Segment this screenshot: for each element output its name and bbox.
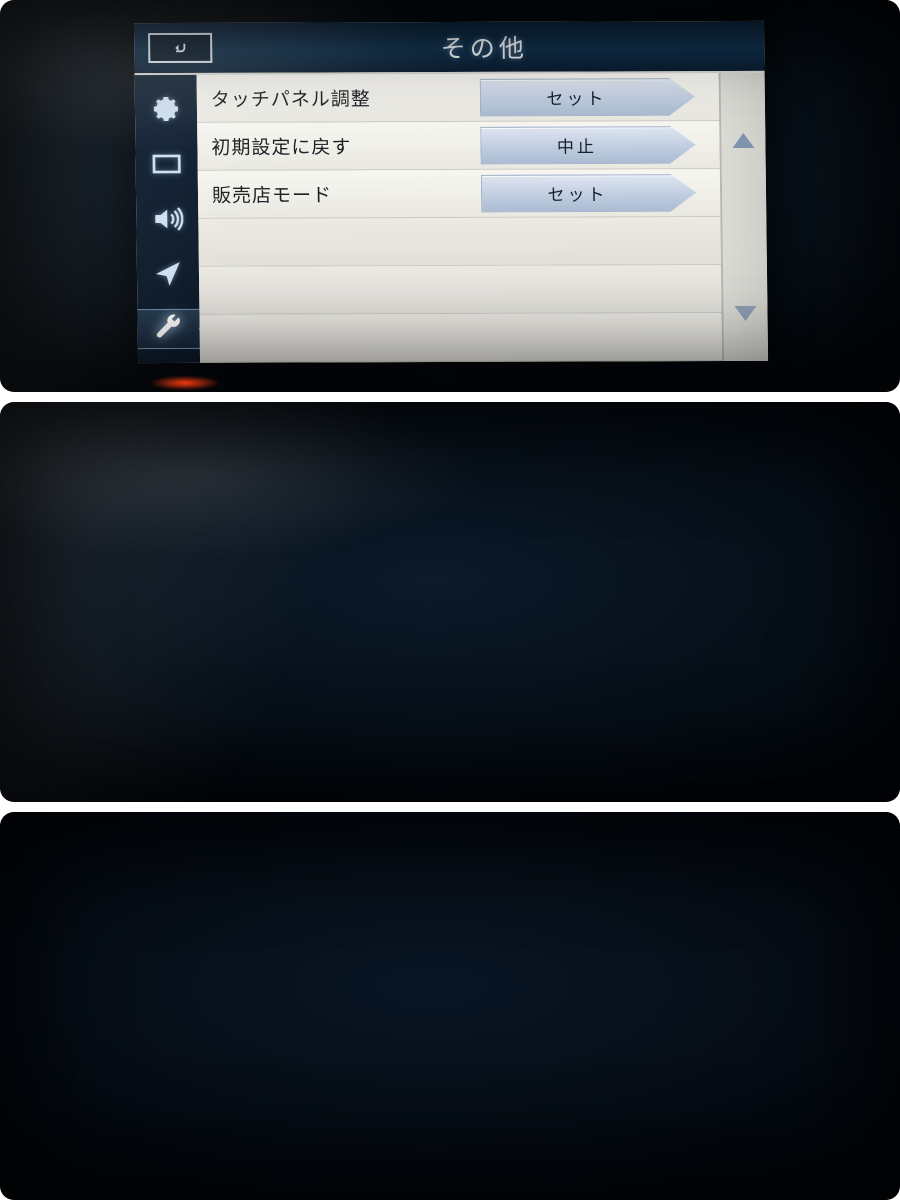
scroll-up-arrow-icon[interactable] [732,132,755,149]
dealer-mode-set-button[interactable]: セット [481,174,696,213]
photo-bluetooth-dialpad: 12:01AM 未接続 ✖ › 修正 [0,812,900,1200]
screen-header: その他 [133,20,765,76]
sidebar-item-navigation[interactable] [148,254,188,294]
table-row[interactable]: タッチパネル調整 セット [196,73,720,123]
display-screen-icon [152,154,181,174]
settings-list: タッチパネル調整 セット 初期設定に戻す 中止 販売店モード セット [196,73,723,363]
table-row[interactable]: 販売店モード セット [197,169,721,219]
sidebar-item-general[interactable] [146,89,186,129]
table-row-empty [198,217,721,267]
scrollbar[interactable] [718,72,769,362]
head-unit-screen-other: その他 タッチパネル調整 セット 初期設定に戻す 中止 販売店モード セット [133,20,769,364]
sidebar-item-other[interactable] [137,309,200,350]
table-row[interactable]: 初期設定に戻す 中止 [197,121,720,171]
sidebar-item-sound[interactable] [147,199,187,239]
page-title: その他 [440,33,528,64]
category-sidebar [134,74,201,364]
photo-navigation-settings: ナビゲーション [0,402,900,802]
wrench-icon [156,314,180,338]
photo-vignette [0,812,900,1200]
factory-reset-cancel-button[interactable]: 中止 [480,126,695,165]
speaker-icon [155,207,184,231]
row-label: タッチパネル調整 [210,88,372,111]
photo-other-settings: その他 タッチパネル調整 セット 初期設定に戻す 中止 販売店モード セット [0,0,900,392]
scroll-down-arrow-icon[interactable] [734,305,757,322]
touch-panel-set-button[interactable]: セット [480,78,695,117]
table-row-empty [198,265,722,315]
gear-icon [153,96,178,121]
row-label: 初期設定に戻す [211,136,352,159]
navigation-arrow-icon [155,262,180,287]
screenshot-stack: その他 タッチパネル調整 セット 初期設定に戻す 中止 販売店モード セット [0,0,900,1200]
table-row-empty [199,313,723,363]
sidebar-item-display[interactable] [146,144,186,184]
photo-glare [0,402,900,802]
photo-vignette [0,402,900,802]
red-reflection [150,376,220,390]
row-label: 販売店モード [211,184,333,207]
